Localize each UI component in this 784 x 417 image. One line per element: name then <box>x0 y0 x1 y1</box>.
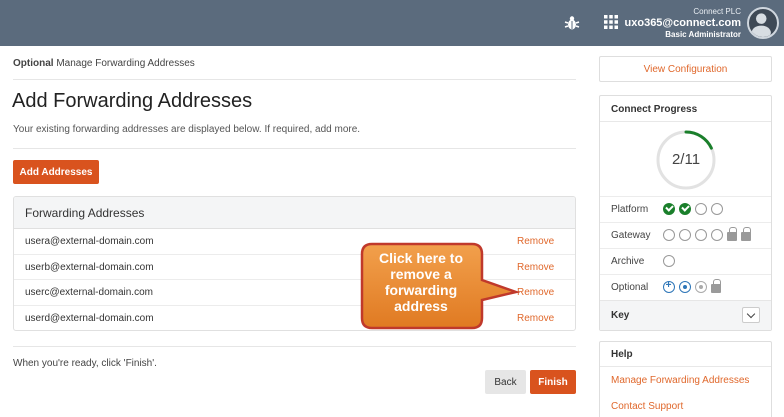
view-configuration-button[interactable]: View Configuration <box>599 56 772 82</box>
circle-icon <box>711 203 723 215</box>
address-email: userd@external-domain.com <box>25 312 154 324</box>
breadcrumb-section: Optional <box>13 58 54 69</box>
breadcrumb-page: Manage Forwarding Addresses <box>53 58 195 69</box>
remove-link[interactable]: Remove <box>517 287 554 298</box>
user-company: Connect PLC <box>693 7 741 16</box>
progress-row-archive: Archive <box>600 248 771 274</box>
circle-icon <box>663 229 675 241</box>
address-email: userb@external-domain.com <box>25 261 154 273</box>
remove-link[interactable]: Remove <box>517 236 554 247</box>
help-link-manage-forwarding[interactable]: Manage Forwarding Addresses <box>611 375 749 386</box>
active-circle-icon <box>679 281 691 293</box>
circle-icon <box>695 203 707 215</box>
row-label: Optional <box>611 282 649 293</box>
connect-progress-card: Connect Progress 2/11 Platform Gateway A… <box>599 95 772 331</box>
progress-title: Connect Progress <box>611 104 698 115</box>
remove-link[interactable]: Remove <box>517 313 554 324</box>
divider <box>13 148 576 149</box>
apps-grid-icon[interactable] <box>604 15 618 29</box>
help-link-contact-support[interactable]: Contact Support <box>611 401 683 412</box>
row-label: Gateway <box>611 230 651 241</box>
key-row[interactable]: Key <box>600 300 771 330</box>
circle-icon <box>663 255 675 267</box>
row-label: Platform <box>611 204 649 215</box>
check-icon <box>663 203 675 215</box>
divider <box>600 366 771 367</box>
page-description: Your existing forwarding addresses are d… <box>13 124 361 135</box>
breadcrumb: Optional Manage Forwarding Addresses <box>13 58 195 69</box>
user-avatar-icon[interactable] <box>747 7 779 39</box>
circle-icon <box>711 229 723 241</box>
plus-circle-icon <box>663 280 675 293</box>
address-email: userc@external-domain.com <box>25 287 153 298</box>
back-button[interactable]: Back <box>485 370 526 394</box>
circle-icon <box>679 229 691 241</box>
top-bar: Connect PLC uxo365@connect.com Basic Adm… <box>0 0 784 46</box>
circle-icon <box>695 229 707 241</box>
user-info[interactable]: Connect PLC uxo365@connect.com Basic Adm… <box>625 7 741 40</box>
finish-button[interactable]: Finish <box>530 370 576 394</box>
progress-row-platform: Platform <box>600 196 771 222</box>
view-configuration-label: View Configuration <box>643 64 728 75</box>
main-panel: Optional Manage Forwarding Addresses Add… <box>0 46 592 417</box>
ready-instruction: When you're ready, click 'Finish'. <box>13 358 157 369</box>
remove-link[interactable]: Remove <box>517 262 554 273</box>
bug-icon[interactable] <box>563 14 581 32</box>
divider <box>600 121 771 122</box>
progress-row-gateway: Gateway <box>600 222 771 248</box>
user-role: Basic Administrator <box>665 30 741 39</box>
lock-icon <box>741 227 751 241</box>
help-title: Help <box>611 349 633 360</box>
progress-value: 2/11 <box>671 151 701 168</box>
user-email: uxo365@connect.com <box>624 17 741 29</box>
help-card: Help Manage Forwarding Addresses Contact… <box>599 341 772 417</box>
callout-text: Click here to remove a forwarding addres… <box>378 250 464 314</box>
row-label: Archive <box>611 256 645 267</box>
page-title: Add Forwarding Addresses <box>12 90 253 112</box>
panel-heading: Forwarding Addresses <box>14 197 575 229</box>
lock-icon <box>711 279 721 293</box>
divider <box>13 79 576 80</box>
progress-row-optional: Optional <box>600 274 771 300</box>
divider <box>13 346 576 347</box>
lock-icon <box>727 227 737 241</box>
inactive-circle-icon <box>695 281 707 293</box>
chevron-down-icon[interactable] <box>742 307 760 323</box>
address-email: usera@external-domain.com <box>25 236 154 247</box>
add-addresses-button[interactable]: Add Addresses <box>13 160 99 184</box>
key-label: Key <box>611 310 630 321</box>
check-icon <box>679 203 691 215</box>
